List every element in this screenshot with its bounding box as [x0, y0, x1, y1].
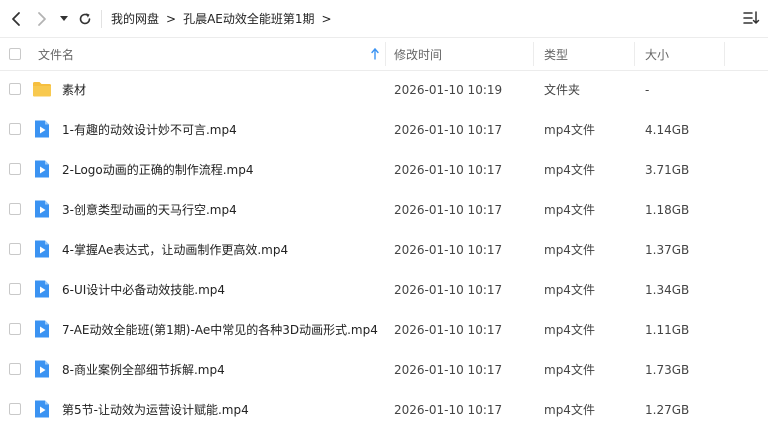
video-file-icon [35, 280, 49, 298]
video-file-icon [35, 240, 49, 258]
column-type-label: 类型 [544, 47, 569, 62]
row-checkbox[interactable] [9, 363, 21, 375]
file-size: 1.37GB [645, 243, 690, 257]
column-name-label: 文件名 [38, 47, 75, 62]
file-size: 4.14GB [645, 123, 690, 137]
row-checkbox[interactable] [9, 283, 21, 295]
file-name[interactable]: 3-创意类型动画的天马行空.mp4 [62, 190, 237, 230]
toolbar-divider [101, 9, 102, 28]
file-type: 文件夹 [544, 83, 581, 97]
video-file-icon [35, 360, 49, 378]
forward-button[interactable] [29, 4, 55, 34]
file-name[interactable]: 2-Logo动画的正确的制作流程.mp4 [62, 150, 254, 190]
file-name[interactable]: 4-掌握Ae表达式，让动画制作更高效.mp4 [62, 230, 288, 270]
file-name[interactable]: 第5节-让动效为运营设计赋能.mp4 [62, 390, 249, 430]
breadcrumb-current-folder[interactable]: 孔晨AE动效全能班第1期 [183, 10, 314, 27]
sort-menu-button[interactable] [742, 9, 760, 27]
file-row[interactable]: 8-商业案例全部细节拆解.mp4 2026-01-10 10:17 mp4文件 … [0, 350, 768, 390]
file-name[interactable]: 素材 [62, 70, 86, 110]
file-size: - [645, 83, 650, 97]
select-all-checkbox[interactable] [9, 48, 21, 60]
row-checkbox[interactable] [9, 243, 21, 255]
file-size: 1.11GB [645, 323, 690, 337]
breadcrumb: 我的网盘 > 孔晨AE动效全能班第1期 > [111, 10, 339, 27]
file-row[interactable]: 素材 2026-01-10 10:19 文件夹 - [0, 70, 768, 110]
file-type: mp4文件 [544, 403, 595, 417]
column-divider[interactable] [533, 42, 534, 66]
column-header-size[interactable]: 大小 [645, 38, 669, 70]
breadcrumb-separator: > [166, 11, 177, 26]
breadcrumb-separator[interactable]: > [322, 12, 332, 26]
file-name[interactable]: 6-UI设计中必备动效技能.mp4 [62, 270, 225, 310]
video-file-icon [35, 160, 49, 178]
file-name[interactable]: 8-商业案例全部细节拆解.mp4 [62, 350, 225, 390]
file-size: 3.71GB [645, 163, 690, 177]
column-header-type[interactable]: 类型 [544, 38, 568, 70]
chevron-left-icon [12, 11, 20, 26]
column-modified-label: 修改时间 [394, 47, 443, 62]
file-list: 素材 2026-01-10 10:19 文件夹 - 1-有趣的动效设计妙不可言.… [0, 70, 768, 430]
column-header-modified[interactable]: 修改时间 [394, 38, 442, 70]
row-checkbox[interactable] [9, 83, 21, 95]
refresh-icon [79, 12, 91, 24]
row-checkbox[interactable] [9, 323, 21, 335]
file-row[interactable]: 第5节-让动效为运营设计赋能.mp4 2026-01-10 10:17 mp4文… [0, 390, 768, 430]
column-size-label: 大小 [645, 47, 670, 62]
file-modified: 2026-01-10 10:17 [394, 203, 503, 217]
file-size: 1.73GB [645, 363, 690, 377]
column-divider[interactable] [634, 42, 635, 66]
file-modified: 2026-01-10 10:17 [394, 323, 503, 337]
file-modified: 2026-01-10 10:17 [394, 403, 503, 417]
file-size: 1.18GB [645, 203, 690, 217]
column-header-name[interactable]: 文件名 [38, 38, 74, 70]
refresh-button[interactable] [73, 4, 97, 34]
file-size: 1.34GB [645, 283, 690, 297]
file-row[interactable]: 3-创意类型动画的天马行空.mp4 2026-01-10 10:17 mp4文件… [0, 190, 768, 230]
column-divider[interactable] [724, 42, 725, 66]
file-type: mp4文件 [544, 323, 595, 337]
file-modified: 2026-01-10 10:17 [394, 123, 503, 137]
video-file-icon [35, 320, 49, 338]
row-checkbox[interactable] [9, 403, 21, 415]
file-type: mp4文件 [544, 283, 595, 297]
sort-list-icon [743, 11, 760, 24]
breadcrumb-root[interactable]: 我的网盘 [111, 10, 159, 27]
file-size: 1.27GB [645, 403, 690, 417]
file-name[interactable]: 1-有趣的动效设计妙不可言.mp4 [62, 110, 237, 150]
caret-down-icon [60, 15, 68, 21]
file-type: mp4文件 [544, 203, 595, 217]
folder-icon [33, 82, 51, 97]
history-dropdown-button[interactable] [55, 4, 73, 34]
file-row[interactable]: 1-有趣的动效设计妙不可言.mp4 2026-01-10 10:17 mp4文件… [0, 110, 768, 150]
back-button[interactable] [3, 4, 29, 34]
chevron-right-icon [38, 11, 46, 26]
file-type: mp4文件 [544, 363, 595, 377]
file-modified: 2026-01-10 10:17 [394, 243, 503, 257]
sort-ascending-icon[interactable] [371, 48, 379, 60]
file-modified: 2026-01-10 10:17 [394, 283, 503, 297]
video-file-icon [35, 120, 49, 138]
file-row[interactable]: 7-AE动效全能班(第1期)-Ae中常见的各种3D动画形式.mp4 2026-0… [0, 310, 768, 350]
file-modified: 2026-01-10 10:19 [394, 83, 503, 97]
file-type: mp4文件 [544, 163, 595, 177]
file-type: mp4文件 [544, 243, 595, 257]
toolbar: 我的网盘 > 孔晨AE动效全能班第1期 > [0, 0, 768, 37]
video-file-icon [35, 200, 49, 218]
file-type: mp4文件 [544, 123, 595, 137]
column-divider[interactable] [385, 42, 386, 66]
file-row[interactable]: 2-Logo动画的正确的制作流程.mp4 2026-01-10 10:17 mp… [0, 150, 768, 190]
file-list-header: 文件名 修改时间 类型 大小 [0, 37, 768, 71]
file-row[interactable]: 6-UI设计中必备动效技能.mp4 2026-01-10 10:17 mp4文件… [0, 270, 768, 310]
file-modified: 2026-01-10 10:17 [394, 163, 503, 177]
row-checkbox[interactable] [9, 163, 21, 175]
row-checkbox[interactable] [9, 123, 21, 135]
file-modified: 2026-01-10 10:17 [394, 363, 503, 377]
file-row[interactable]: 4-掌握Ae表达式，让动画制作更高效.mp4 2026-01-10 10:17 … [0, 230, 768, 270]
row-checkbox[interactable] [9, 203, 21, 215]
video-file-icon [35, 400, 49, 418]
file-name[interactable]: 7-AE动效全能班(第1期)-Ae中常见的各种3D动画形式.mp4 [62, 310, 378, 350]
